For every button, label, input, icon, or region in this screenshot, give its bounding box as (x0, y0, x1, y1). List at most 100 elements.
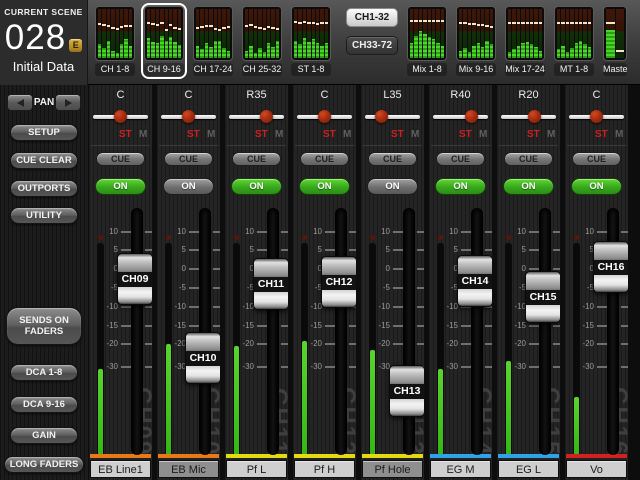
meter-bar (436, 9, 439, 58)
dca-9-16-button[interactable]: DCA 9-16 (10, 396, 78, 413)
right-arrow-icon (65, 99, 72, 107)
pan-slider[interactable] (161, 109, 216, 125)
cue-button[interactable]: CUE (164, 152, 213, 166)
meter-peak-hold (606, 22, 615, 24)
cue-clear-button[interactable]: CUE CLEAR (10, 152, 78, 169)
meter-tab-ch-17-24[interactable]: CH 17-24 (190, 3, 236, 79)
pan-knob[interactable] (465, 110, 478, 123)
meter-tab-mix-9-16[interactable]: Mix 9-16 (453, 3, 499, 79)
on-button[interactable]: ON (299, 178, 350, 195)
meter-tab-st-1-8[interactable]: ST 1-8 (288, 3, 334, 79)
pan-knob[interactable] (590, 110, 603, 123)
meter-peak-hold (124, 25, 127, 27)
fader-tick-mark (145, 306, 152, 308)
bank-switcher: CH1-32 CH33-72 (346, 8, 398, 55)
meter-peak-hold (583, 22, 586, 24)
gain-button[interactable]: GAIN (10, 427, 78, 444)
on-button[interactable]: ON (435, 178, 486, 195)
meter-bar (111, 9, 114, 58)
meter-bar-fill (209, 47, 212, 58)
meter-tab-label: CH 25-32 (242, 63, 282, 76)
fader-cap[interactable]: CH10 (185, 332, 220, 384)
on-button[interactable]: ON (503, 178, 554, 195)
meter-peak-hold (107, 25, 110, 27)
fader-cap-label: CH16 (594, 260, 628, 275)
meter-bar-fill (129, 46, 132, 58)
meter-peak-hold (298, 22, 301, 24)
scene-number: 028 (5, 20, 66, 56)
fader-cap[interactable]: CH14 (457, 255, 492, 307)
cue-button[interactable]: CUE (96, 152, 145, 166)
fader-cap[interactable]: CH12 (321, 256, 356, 308)
dca-1-8-button[interactable]: DCA 1-8 (10, 364, 78, 381)
meter-tab-ch-25-32[interactable]: CH 25-32 (239, 3, 285, 79)
meter-peak-hold (200, 26, 203, 28)
pan-slider[interactable] (569, 109, 624, 125)
assign-indicators: STM (361, 129, 424, 141)
fader-cap-label: CH14 (458, 274, 492, 289)
pan-slider[interactable] (229, 109, 284, 125)
meter-tab-mix-17-24[interactable]: Mix 17-24 (502, 3, 548, 79)
meter-bar-fill (200, 49, 203, 58)
meter-peak-hold (258, 27, 261, 29)
meter-bar-fill (459, 51, 462, 58)
pan-slider[interactable] (433, 109, 488, 125)
fader-track[interactable] (539, 208, 551, 455)
channel-strip-ch14: R40STMCUEON1050-5-10-15-20-30CH14CH14EG … (429, 85, 492, 480)
cue-button[interactable]: CUE (504, 152, 553, 166)
utility-button[interactable]: UTILITY (10, 207, 78, 224)
on-button[interactable]: ON (231, 178, 282, 195)
pan-knob[interactable] (528, 110, 541, 123)
pan-slider[interactable] (501, 109, 556, 125)
fader-track[interactable] (335, 208, 347, 455)
fader-cap[interactable]: CH15 (525, 271, 560, 323)
fader-track[interactable] (471, 208, 483, 455)
cue-button[interactable]: CUE (300, 152, 349, 166)
meter-peak-hold (196, 27, 199, 29)
meter-tab-ch-9-16[interactable]: CH 9-16 (141, 3, 187, 79)
on-button[interactable]: ON (367, 178, 418, 195)
meter-bar-fill (294, 41, 297, 58)
pan-knob[interactable] (375, 110, 388, 123)
outports-button[interactable]: OUTPORTS (10, 180, 78, 197)
meter-bar (102, 9, 105, 58)
long-faders-button[interactable]: LONG FADERS (4, 456, 84, 473)
meter-bar (169, 9, 172, 58)
bank-ch1-32-button[interactable]: CH1-32 (346, 8, 398, 27)
fader-cap[interactable]: CH13 (389, 365, 424, 417)
pan-knob[interactable] (318, 110, 331, 123)
meter-tab-master[interactable]: Master (600, 3, 630, 79)
fader-track[interactable] (267, 208, 279, 455)
on-button[interactable]: ON (571, 178, 622, 195)
meter-bar-fill (196, 46, 199, 58)
on-button[interactable]: ON (95, 178, 146, 195)
meter-tab-ch-1-8[interactable]: CH 1-8 (92, 3, 138, 79)
meter-tab-mt-1-8[interactable]: MT 1-8 (551, 3, 597, 79)
sends-on-faders-button[interactable]: SENDS ON FADERS (6, 307, 82, 345)
cue-button[interactable]: CUE (232, 152, 281, 166)
bank-ch33-72-button[interactable]: CH33-72 (346, 36, 398, 55)
meter-tab-mix-1-8[interactable]: Mix 1-8 (404, 3, 450, 79)
on-button[interactable]: ON (163, 178, 214, 195)
pan-knob[interactable] (260, 110, 273, 123)
cue-button[interactable]: CUE (368, 152, 417, 166)
setup-button[interactable]: SETUP (10, 124, 78, 141)
pan-slider[interactable] (93, 109, 148, 125)
meter-bar (214, 9, 217, 58)
fader-track[interactable] (403, 208, 415, 455)
pan-knob[interactable] (114, 110, 127, 123)
scene-panel[interactable]: CURRENT SCENE 028 E Initial Data (0, 0, 88, 85)
cue-button[interactable]: CUE (572, 152, 621, 166)
fader-track[interactable] (131, 208, 143, 455)
pan-knob[interactable] (182, 110, 195, 123)
pan-slider[interactable] (297, 109, 352, 125)
fader-cap[interactable]: CH09 (117, 253, 152, 305)
fader-cap[interactable]: CH16 (593, 241, 628, 293)
meter-bar (616, 9, 625, 58)
cue-button[interactable]: CUE (436, 152, 485, 166)
pan-slider[interactable] (365, 109, 420, 125)
meter-bar-fill (436, 43, 439, 58)
fader-cap[interactable]: CH11 (253, 258, 288, 310)
pan-right-button[interactable] (55, 94, 81, 111)
meter-bar (120, 9, 123, 58)
